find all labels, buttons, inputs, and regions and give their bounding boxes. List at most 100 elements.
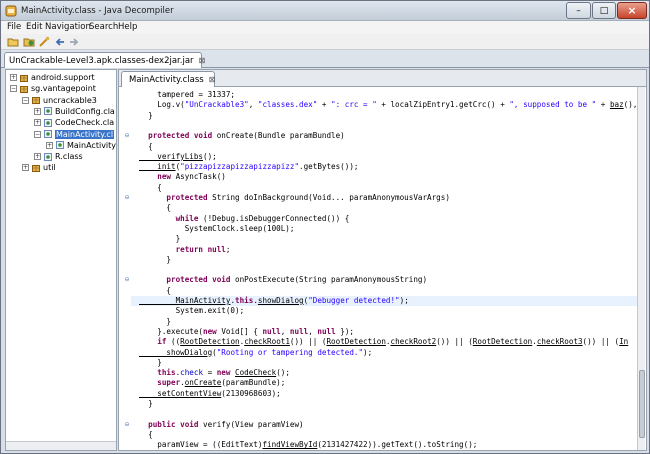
code-line[interactable]: Log.v("UnCrackable3", "classes.dex" + ":…	[139, 100, 637, 110]
code-token[interactable]: checkRoot3	[537, 337, 583, 346]
title-bar[interactable]: MainActivity.class - Java Decompiler – □…	[1, 1, 649, 21]
tab-close-icon[interactable]: ⊠	[199, 56, 206, 65]
tree-item[interactable]: + util	[22, 162, 56, 173]
code-line[interactable]: protected void onCreate(Bundle paramBund…	[139, 131, 345, 141]
tree-item[interactable]: + MainActivity	[46, 140, 116, 151]
close-button[interactable]: ×	[617, 2, 647, 19]
code-line[interactable]: super.onCreate(paramBundle);	[139, 378, 285, 388]
code-line[interactable]: verifyLibs();	[139, 152, 216, 162]
editor-vertical-scrollbar[interactable]	[637, 87, 645, 450]
tree-item[interactable]: − uncrackable3	[22, 95, 97, 106]
tab-mainactivity-class[interactable]: J MainActivity.class ⊠	[121, 71, 215, 87]
code-line[interactable]: while (!Debug.isDebuggerConnected()) {	[139, 214, 350, 224]
code-token[interactable]: verifyLibs	[139, 152, 203, 161]
code-line[interactable]: return null;	[139, 245, 231, 255]
tree-expander-icon[interactable]: −	[34, 130, 41, 138]
open-type-icon[interactable]	[23, 36, 35, 48]
code-line[interactable]: {	[139, 183, 162, 193]
code-line[interactable]: }.execute(new Void[] { null, null, null …	[139, 327, 354, 337]
code-token[interactable]: In	[619, 337, 628, 346]
code-token[interactable]: baz	[610, 100, 624, 109]
code-line[interactable]: protected String doInBackground(Void... …	[139, 193, 449, 203]
tree-item[interactable]: + BuildConfig.cla	[34, 106, 115, 117]
tree-expander-icon[interactable]: +	[46, 141, 53, 149]
menu-file[interactable]: File	[7, 22, 21, 32]
tab-jar-file[interactable]: UnCrackable-Level3.apk.classes-dex2jar.j…	[4, 52, 205, 68]
code-token[interactable]: RootDetection	[326, 337, 385, 346]
code-line[interactable]: tampered = 31337;	[139, 90, 235, 100]
tree-horizontal-scrollbar[interactable]	[6, 441, 116, 450]
code-token[interactable]: init	[139, 162, 175, 171]
code-line[interactable]: }	[139, 317, 171, 327]
tree-item[interactable]: + android.support	[10, 72, 95, 83]
code-token: ,	[308, 326, 318, 336]
editor-scroll-thumb[interactable]	[639, 370, 645, 438]
minimize-button[interactable]: –	[566, 2, 591, 19]
tree-item[interactable]: + CodeCheck.cla	[34, 117, 114, 128]
code-line[interactable]: paramView = ((EditText)findViewById(2131…	[139, 440, 477, 450]
back-icon[interactable]	[54, 36, 66, 48]
tree-item[interactable]: − sg.vantagepoint	[10, 83, 96, 94]
code-line[interactable]: System.exit(0);	[139, 306, 245, 316]
menu-navigation[interactable]: Navigation	[45, 22, 91, 32]
fold-toggle-icon[interactable]: ⊖	[124, 421, 130, 428]
code-token[interactable]: checkRoot2	[391, 337, 437, 346]
code-line[interactable]: }	[139, 255, 171, 265]
code-line[interactable]: new AsyncTask()	[139, 172, 226, 182]
tree-expander-icon[interactable]: −	[10, 85, 17, 93]
code-line[interactable]: SystemClock.sleep(100L);	[139, 224, 295, 234]
code-line[interactable]: showDialog("Rooting or tampering detecte…	[139, 348, 372, 358]
open-file-icon[interactable]	[7, 36, 19, 48]
code-token[interactable]: findViewById	[262, 440, 317, 449]
code-token[interactable]: MainActivity	[139, 296, 231, 305]
code-token[interactable]: showDialog	[258, 296, 304, 305]
code-line[interactable]: }	[139, 234, 181, 244]
code-line[interactable]: this.check = new CodeCheck();	[139, 368, 290, 378]
code-token: ();	[276, 368, 290, 378]
fold-toggle-icon[interactable]: ⊖	[124, 277, 130, 283]
code-token: (paramBundle);	[221, 378, 286, 388]
tree-expander-icon[interactable]: +	[34, 107, 41, 115]
code-line[interactable]: }	[139, 399, 153, 409]
tree-expander-icon[interactable]: −	[22, 96, 29, 104]
code-line[interactable]: public void verify(View paramView)	[139, 420, 303, 430]
code-token[interactable]: checkRoot1	[244, 337, 290, 346]
forward-icon[interactable]	[68, 36, 80, 48]
code-line[interactable]: }	[139, 358, 162, 368]
open-type-hierarchy-icon[interactable]	[38, 36, 50, 48]
menu-search[interactable]: Search	[89, 22, 118, 32]
code-line[interactable]: init("pizzapizzapizzapizzapizz".getBytes…	[139, 162, 358, 172]
code-line[interactable]: setContentView(2130968603);	[139, 389, 280, 399]
toolbar	[1, 34, 649, 50]
code-token: "classes.dex"	[257, 100, 318, 110]
tree-expander-icon[interactable]: +	[10, 74, 17, 81]
code-editor[interactable]: tampered = 31337; Log.v("UnCrackable3", …	[119, 87, 637, 450]
code-token[interactable]: RootDetection	[180, 337, 239, 346]
code-line[interactable]: {	[139, 286, 171, 296]
code-line[interactable]: {	[139, 430, 153, 440]
tree-expander-icon[interactable]: +	[34, 153, 41, 161]
code-token[interactable]: showDialog	[139, 348, 212, 357]
code-token[interactable]: CodeCheck	[235, 368, 276, 377]
fold-toggle-icon[interactable]: ⊖	[124, 133, 130, 139]
editor-tab-close-icon[interactable]: ⊠	[209, 75, 216, 84]
tree-item[interactable]: − MainActivity.cl	[34, 129, 115, 140]
maximize-button[interactable]: □	[592, 2, 616, 19]
menu-help[interactable]: Help	[118, 22, 137, 32]
code-line[interactable]: {	[139, 203, 171, 213]
tree-item[interactable]: + R.class	[34, 151, 83, 162]
tree-expander-icon[interactable]: +	[22, 164, 29, 172]
tree-expander-icon[interactable]: +	[34, 119, 41, 127]
code-line[interactable]: {	[139, 142, 153, 152]
code-token: "Rooting or tampering detected."	[216, 347, 364, 357]
fold-toggle-icon[interactable]: ⊖	[124, 195, 130, 201]
code-token[interactable]: onCreate	[185, 378, 222, 387]
code-token[interactable]: RootDetection	[473, 337, 532, 346]
code-line[interactable]: MainActivity.this.showDialog("Debugger d…	[131, 296, 637, 306]
code-token[interactable]: setContentView	[139, 389, 221, 398]
code-token: }	[139, 357, 162, 367]
code-line[interactable]: }	[139, 111, 153, 121]
menu-edit[interactable]: Edit	[26, 22, 42, 32]
code-line[interactable]: protected void onPostExecute(String para…	[139, 275, 427, 285]
code-line[interactable]: if ((RootDetection.checkRoot1()) || (Roo…	[139, 337, 628, 347]
